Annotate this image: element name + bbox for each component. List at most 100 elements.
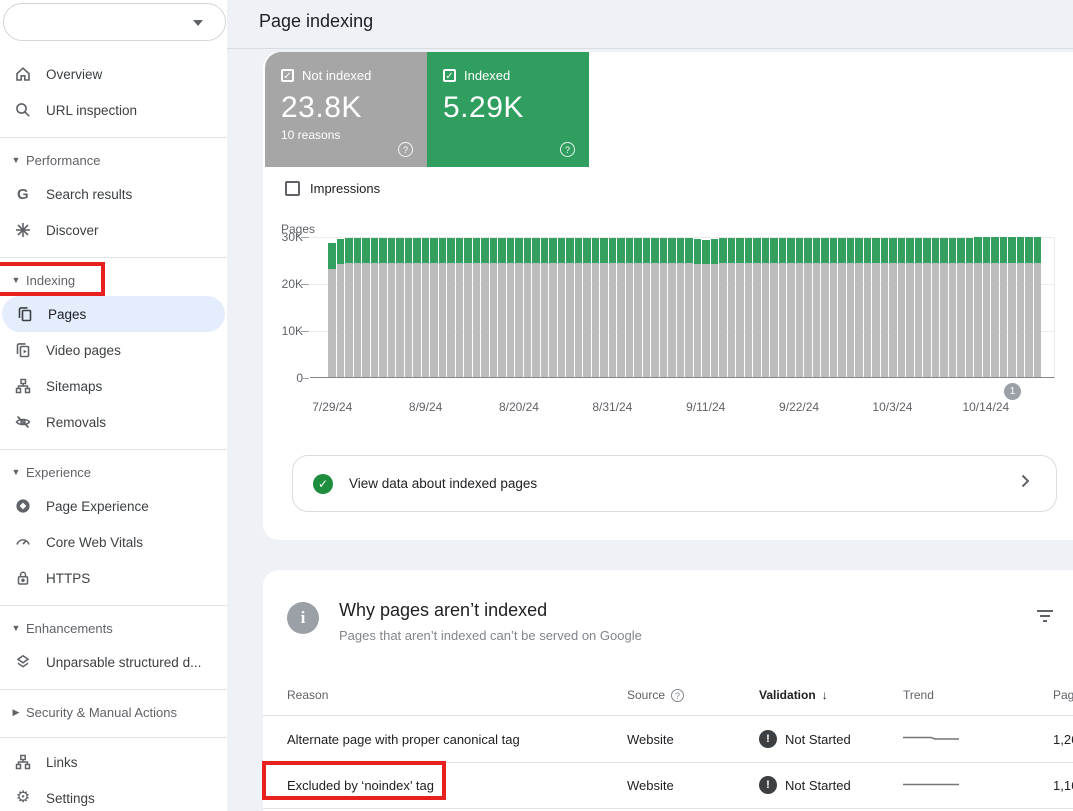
- chart-bar[interactable]: [736, 238, 744, 377]
- chart-bar[interactable]: [753, 238, 761, 377]
- sidebar-item-video-pages[interactable]: Video pages: [0, 332, 227, 368]
- chart-bar[interactable]: [362, 238, 370, 377]
- chart-bar[interactable]: [660, 238, 668, 377]
- chart-bar[interactable]: [668, 238, 676, 377]
- chart-marker-badge[interactable]: 1: [1004, 383, 1021, 400]
- chart-bar[interactable]: [804, 238, 812, 377]
- chart-bar[interactable]: [371, 238, 379, 377]
- chart-bar[interactable]: [762, 238, 770, 377]
- chart-bar[interactable]: [583, 238, 591, 377]
- sidebar-item-search-results[interactable]: G Search results: [0, 176, 227, 212]
- chart-bar[interactable]: [439, 238, 447, 377]
- sidebar-item-overview[interactable]: Overview: [0, 56, 227, 92]
- chart-bar[interactable]: [354, 238, 362, 377]
- chart-bar[interactable]: [872, 238, 880, 377]
- sidebar-item-https[interactable]: HTTPS: [0, 560, 227, 596]
- chart-bar[interactable]: [983, 237, 991, 377]
- column-header-source[interactable]: Source ?: [627, 688, 759, 702]
- chart-bar[interactable]: [456, 238, 464, 377]
- chart-bar[interactable]: [532, 238, 540, 377]
- chart-bar[interactable]: [396, 238, 404, 377]
- sidebar-item-removals[interactable]: Removals: [0, 404, 227, 440]
- chart-bar[interactable]: [1025, 237, 1033, 377]
- chart-bar[interactable]: [974, 237, 982, 377]
- chart-bar[interactable]: [711, 239, 719, 377]
- chart-bar[interactable]: [932, 238, 940, 377]
- sidebar-item-core-web-vitals[interactable]: Core Web Vitals: [0, 524, 227, 560]
- chart-bar[interactable]: [677, 238, 685, 377]
- chart-bar[interactable]: [1008, 237, 1016, 377]
- chart-bar[interactable]: [694, 239, 702, 377]
- chart-bar[interactable]: [728, 238, 736, 377]
- chart-bar[interactable]: [949, 238, 957, 377]
- chart-bar[interactable]: [745, 238, 753, 377]
- chart-bar[interactable]: [405, 238, 413, 377]
- help-icon[interactable]: ?: [560, 142, 575, 157]
- chart-bar[interactable]: [991, 237, 999, 377]
- chart-bar[interactable]: [430, 238, 438, 377]
- chart-bar[interactable]: [575, 238, 583, 377]
- chart-bar[interactable]: [541, 238, 549, 377]
- help-icon[interactable]: ?: [671, 689, 684, 702]
- chart-bar[interactable]: [898, 238, 906, 377]
- sidebar-section-security-manual-actions[interactable]: ▶ Security & Manual Actions: [0, 696, 227, 728]
- chart-bar[interactable]: [422, 238, 430, 377]
- chart-bar[interactable]: [634, 238, 642, 377]
- filter-list-icon[interactable]: [1035, 608, 1055, 624]
- impressions-toggle[interactable]: Impressions: [285, 181, 380, 196]
- chart-bar[interactable]: [923, 238, 931, 377]
- chart-bar[interactable]: [651, 238, 659, 377]
- checkbox-checked-icon[interactable]: ✓: [443, 69, 456, 82]
- help-icon[interactable]: ?: [398, 142, 413, 157]
- chart-bar[interactable]: [549, 238, 557, 377]
- sidebar-item-unparsable-structured-data[interactable]: Unparsable structured d...: [0, 644, 227, 680]
- chart-bar[interactable]: [328, 243, 336, 377]
- chart-bar[interactable]: [464, 238, 472, 377]
- column-header-reason[interactable]: Reason: [287, 688, 627, 702]
- table-row[interactable]: Alternate page with proper canonical tag…: [263, 716, 1073, 762]
- chart-bar[interactable]: [524, 238, 532, 377]
- chart-bar[interactable]: [643, 238, 651, 377]
- not-indexed-stat-box[interactable]: ✓ Not indexed 23.8K 10 reasons ?: [265, 52, 427, 167]
- sidebar-section-enhancements[interactable]: ▼ Enhancements: [0, 612, 227, 644]
- chart-bar[interactable]: [481, 238, 489, 377]
- chart-bar[interactable]: [617, 238, 625, 377]
- chart-bar[interactable]: [940, 238, 948, 377]
- chart-bar[interactable]: [779, 238, 787, 377]
- chart-bar[interactable]: [1017, 237, 1025, 377]
- checkbox-checked-icon[interactable]: ✓: [281, 69, 294, 82]
- chart-bar[interactable]: [609, 238, 617, 377]
- chart-bar[interactable]: [379, 238, 387, 377]
- chart-bar[interactable]: [796, 238, 804, 377]
- chart-bar[interactable]: [847, 238, 855, 377]
- sidebar-section-experience[interactable]: ▼ Experience: [0, 456, 227, 488]
- chart-bar[interactable]: [592, 238, 600, 377]
- chart-bar[interactable]: [889, 238, 897, 377]
- chart-bar[interactable]: [719, 238, 727, 377]
- chart-bar[interactable]: [490, 238, 498, 377]
- chart-bar[interactable]: [821, 238, 829, 377]
- chart-bar[interactable]: [957, 238, 965, 377]
- sidebar-item-page-experience[interactable]: Page Experience: [0, 488, 227, 524]
- chart-bar[interactable]: [413, 238, 421, 377]
- chart-bar[interactable]: [770, 238, 778, 377]
- chart-bar[interactable]: [881, 238, 889, 377]
- chart-bar[interactable]: [507, 238, 515, 377]
- chart-bar[interactable]: [855, 238, 863, 377]
- chart-bar[interactable]: [600, 238, 608, 377]
- sidebar-item-url-inspection[interactable]: URL inspection: [0, 92, 227, 128]
- chart-bar[interactable]: [813, 238, 821, 377]
- chart-bar[interactable]: [1034, 237, 1042, 377]
- chart-bar[interactable]: [337, 239, 345, 377]
- indexing-bar-chart[interactable]: [310, 237, 1055, 378]
- table-row[interactable]: Excluded by ‘noindex’ tag Website ! Not …: [263, 762, 1073, 808]
- chart-bar[interactable]: [498, 238, 506, 377]
- property-selector-dropdown[interactable]: [3, 3, 226, 41]
- sidebar-section-indexing[interactable]: ▼ Indexing: [0, 264, 227, 296]
- sidebar-item-pages[interactable]: Pages: [2, 296, 225, 332]
- chart-bar[interactable]: [915, 238, 923, 377]
- sidebar-item-settings[interactable]: ⚙ Settings: [0, 780, 227, 811]
- chart-bar[interactable]: [864, 238, 872, 377]
- sidebar-section-performance[interactable]: ▼ Performance: [0, 144, 227, 176]
- sidebar-item-sitemaps[interactable]: Sitemaps: [0, 368, 227, 404]
